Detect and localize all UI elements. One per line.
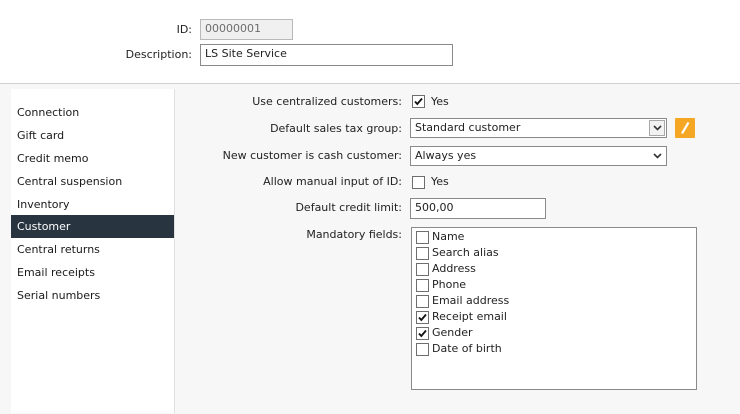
mandatory-fields-list[interactable]: Name Search alias Address Phone Email ad… xyxy=(411,227,697,390)
mandatory-receipt-email-label: Receipt email xyxy=(432,310,507,323)
nav-item-central-suspension[interactable]: Central suspension xyxy=(11,170,174,193)
mandatory-gender-checkbox[interactable] xyxy=(416,327,429,340)
nav-item-central-returns[interactable]: Central returns xyxy=(11,238,174,261)
mandatory-email-address-checkbox[interactable] xyxy=(416,295,429,308)
manual-id-text: Yes xyxy=(431,175,449,188)
header-area: ID: 00000001 Description: LS Site Servic… xyxy=(0,0,740,82)
nav-item-credit-memo[interactable]: Credit memo xyxy=(11,147,174,170)
check-icon xyxy=(414,97,423,106)
mandatory-address-checkbox[interactable] xyxy=(416,263,429,276)
mandatory-email-address-label: Email address xyxy=(432,294,510,307)
sales-tax-group-select[interactable]: Standard customer xyxy=(410,118,667,138)
pencil-icon xyxy=(681,121,690,135)
mandatory-gender-label: Gender xyxy=(432,326,473,339)
cash-customer-value: Always yes xyxy=(415,149,477,162)
chevron-down-icon xyxy=(653,125,662,131)
centralized-customers-text: Yes xyxy=(431,95,449,108)
mandatory-fields-label: Mandatory fields: xyxy=(306,228,402,241)
id-field: 00000001 xyxy=(200,19,293,40)
nav-item-gift-card[interactable]: Gift card xyxy=(11,124,174,147)
centralized-customers-label: Use centralized customers: xyxy=(252,95,402,108)
cash-customer-select[interactable]: Always yes xyxy=(410,146,667,166)
chevron-down-icon xyxy=(653,153,662,159)
manual-id-label: Allow manual input of ID: xyxy=(263,175,402,188)
mandatory-search-alias-label: Search alias xyxy=(432,246,499,259)
centralized-customers-checkbox[interactable] xyxy=(412,95,425,108)
mandatory-address-label: Address xyxy=(432,262,476,275)
mandatory-search-alias-checkbox[interactable] xyxy=(416,247,429,260)
nav-item-connection[interactable]: Connection xyxy=(11,101,174,124)
mandatory-name-checkbox[interactable] xyxy=(416,231,429,244)
mandatory-receipt-email-checkbox[interactable] xyxy=(416,311,429,324)
mandatory-name-label: Name xyxy=(432,230,465,243)
sales-tax-group-value: Standard customer xyxy=(415,121,521,134)
mandatory-date-of-birth-checkbox[interactable] xyxy=(416,343,429,356)
manual-id-checkbox[interactable] xyxy=(412,176,425,189)
settings-nav: Connection Gift card Credit memo Central… xyxy=(11,89,175,413)
cash-customer-dropdown-button[interactable] xyxy=(649,148,665,164)
nav-item-email-receipts[interactable]: Email receipts xyxy=(11,261,174,284)
sales-tax-group-label: Default sales tax group: xyxy=(270,122,402,135)
credit-limit-field[interactable]: 500,00 xyxy=(410,198,546,219)
check-icon xyxy=(418,329,427,338)
credit-limit-label: Default credit limit: xyxy=(295,201,402,214)
id-label: ID: xyxy=(176,23,192,36)
check-icon xyxy=(418,313,427,322)
nav-item-customer[interactable]: Customer xyxy=(11,215,174,238)
sales-tax-group-dropdown-button[interactable] xyxy=(649,120,665,136)
mandatory-date-of-birth-label: Date of birth xyxy=(432,342,502,355)
nav-item-serial-numbers[interactable]: Serial numbers xyxy=(11,284,174,307)
nav-item-inventory[interactable]: Inventory xyxy=(11,193,174,216)
cash-customer-label: New customer is cash customer: xyxy=(222,149,402,162)
mandatory-phone-label: Phone xyxy=(432,278,467,291)
description-field[interactable]: LS Site Service xyxy=(200,44,453,66)
mandatory-phone-checkbox[interactable] xyxy=(416,279,429,292)
edit-sales-tax-group-button[interactable] xyxy=(675,118,695,138)
description-label: Description: xyxy=(125,48,192,61)
